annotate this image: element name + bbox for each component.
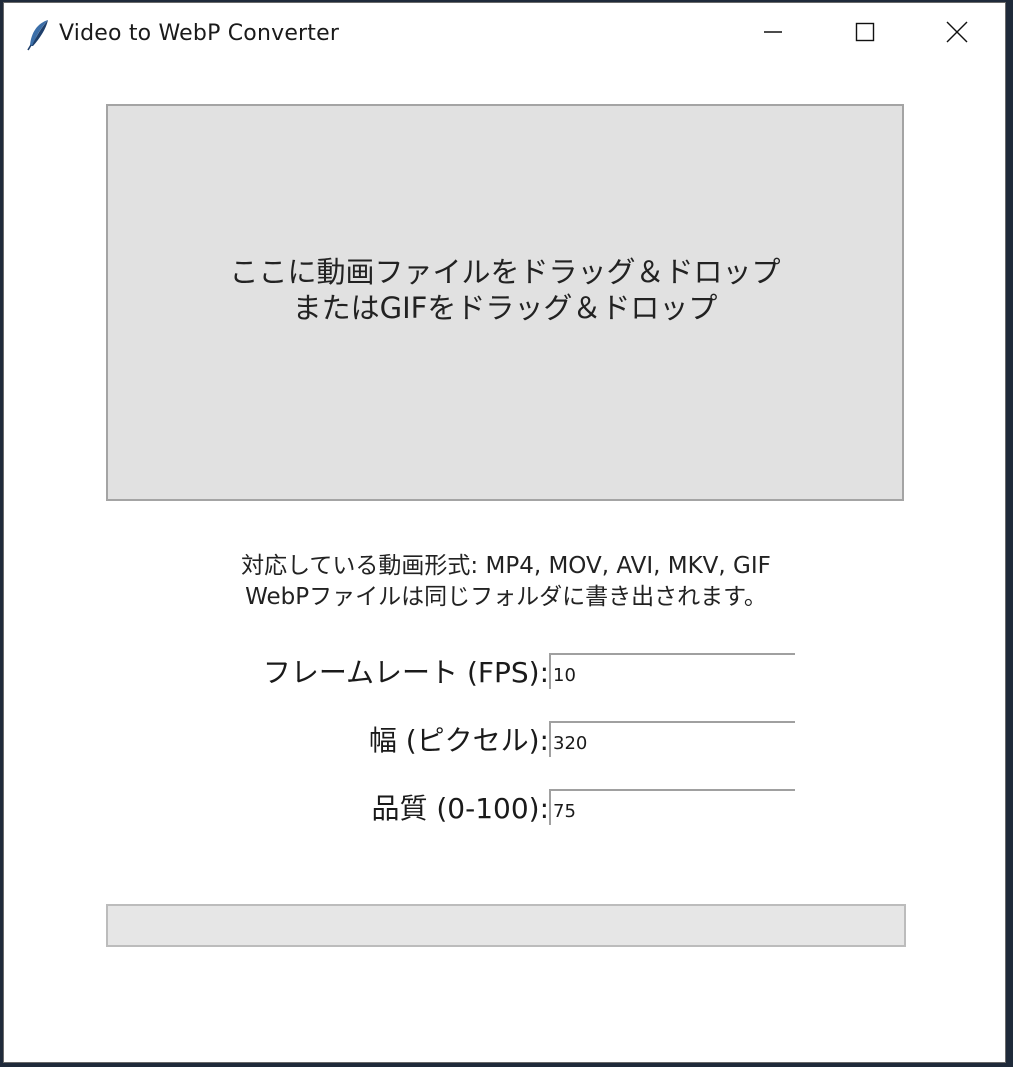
feather-icon	[26, 19, 52, 51]
title-bar[interactable]: Video to WebP Converter	[4, 3, 1005, 65]
drop-zone[interactable]: ここに動画ファイルをドラッグ＆ドロップ またはGIFをドラッグ＆ドロップ	[106, 104, 904, 501]
close-button[interactable]	[911, 3, 1003, 65]
minimize-button[interactable]	[727, 3, 819, 65]
fps-row: フレームレート (FPS):	[4, 653, 1007, 693]
quality-row: 品質 (0-100):	[4, 789, 1007, 829]
maximize-button[interactable]	[819, 3, 911, 65]
width-label: 幅 (ピクセル):	[368, 724, 549, 757]
output-location-text: WebPファイルは同じフォルダに書き出されます。	[245, 584, 767, 610]
width-input[interactable]	[549, 721, 795, 757]
window-title: Video to WebP Converter	[59, 21, 340, 46]
quality-input[interactable]	[549, 789, 795, 825]
minimize-icon	[763, 22, 783, 46]
progress-bar	[106, 904, 906, 947]
close-icon	[946, 21, 968, 47]
fps-input[interactable]	[549, 653, 795, 689]
drop-zone-text-line1: ここに動画ファイルをドラッグ＆ドロップ	[229, 254, 781, 289]
quality-label: 品質 (0-100):	[371, 792, 549, 825]
maximize-icon	[855, 22, 875, 46]
width-row: 幅 (ピクセル):	[4, 721, 1007, 761]
drop-zone-text-line2: またはGIFをドラッグ＆ドロップ	[292, 290, 718, 325]
info-text: 対応している動画形式: MP4, MOV, AVI, MKV, GIF WebP…	[106, 551, 906, 613]
supported-formats-text: 対応している動画形式: MP4, MOV, AVI, MKV, GIF	[241, 553, 771, 579]
fps-label: フレームレート (FPS):	[262, 656, 549, 689]
app-window: Video to WebP Converter ここに動画ファイルをドラッグ＆ド…	[3, 2, 1006, 1063]
